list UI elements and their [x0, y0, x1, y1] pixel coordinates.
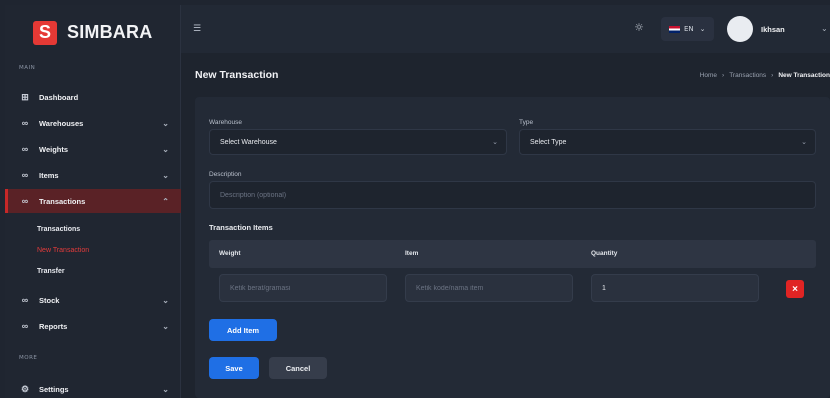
sidebar: S SIMBARA MAIN ⊞ Dashboard ∞ Warehouses …	[5, 5, 181, 398]
add-item-button[interactable]: Add Item	[209, 319, 277, 341]
chevron-right-icon: ›	[771, 72, 774, 79]
app-window: S SIMBARA MAIN ⊞ Dashboard ∞ Warehouses …	[5, 5, 830, 398]
link-icon: ∞	[21, 321, 29, 331]
item-input[interactable]	[405, 274, 573, 302]
chevron-down-icon: ⌄	[162, 295, 169, 305]
warehouse-select[interactable]: Select Warehouse ⌄	[209, 129, 507, 155]
description-label: Description	[209, 171, 242, 178]
cancel-button[interactable]: Cancel	[269, 357, 327, 379]
save-button[interactable]: Save	[209, 357, 259, 379]
username[interactable]: Ikhsan	[761, 25, 785, 34]
sidebar-item-dashboard[interactable]: ⊞ Dashboard	[5, 85, 181, 109]
sidebar-item-settings[interactable]: ⚙ Settings ⌄	[5, 377, 181, 398]
chevron-down-icon: ⌄	[162, 321, 169, 331]
sun-icon[interactable]: ☼	[631, 21, 647, 37]
brand[interactable]: S SIMBARA	[5, 5, 180, 60]
column-item: Item	[405, 250, 419, 257]
weight-input[interactable]	[219, 274, 387, 302]
type-select[interactable]: Select Type ⌄	[519, 129, 816, 155]
sidebar-subitem-transfer[interactable]: Transfer	[37, 268, 65, 275]
section-label-more: MORE	[19, 355, 38, 361]
chevron-down-icon: ⌄	[162, 144, 169, 154]
chevron-down-icon: ⌄	[801, 139, 807, 146]
topbar: ☰ ☼ EN ⌄ Ikhsan ⌄	[181, 5, 830, 53]
sidebar-item-warehouses[interactable]: ∞ Warehouses ⌄	[5, 111, 181, 135]
chevron-down-icon: ⌄	[162, 170, 169, 180]
chevron-down-icon: ⌄	[699, 25, 706, 33]
sidebar-item-label: Dashboard	[39, 92, 79, 102]
avatar[interactable]	[727, 16, 753, 42]
brand-name: SIMBARA	[67, 22, 153, 42]
breadcrumb-transactions[interactable]: Transactions	[729, 72, 766, 79]
flag-icon	[669, 25, 680, 33]
column-weight: Weight	[219, 250, 241, 257]
chevron-up-icon: ⌃	[162, 196, 169, 206]
delete-row-button[interactable]: ×	[786, 280, 804, 298]
language-selector[interactable]: EN ⌄	[661, 17, 714, 41]
sidebar-item-label: Settings	[39, 384, 69, 394]
sidebar-subitem-transactions[interactable]: Transactions	[37, 226, 80, 233]
type-select-value: Select Type	[530, 138, 567, 146]
sidebar-item-stock[interactable]: ∞ Stock ⌄	[5, 288, 181, 312]
warehouse-label: Warehouse	[209, 119, 242, 126]
breadcrumb-current: New Transaction	[778, 72, 830, 79]
breadcrumb: Home › Transactions › New Transaction	[700, 72, 830, 79]
chevron-down-icon: ⌄	[162, 118, 169, 128]
sidebar-item-transactions[interactable]: ∞ Transactions ⌃	[5, 189, 181, 213]
chevron-down-icon[interactable]: ⌄	[821, 24, 828, 33]
quantity-input[interactable]	[591, 274, 759, 302]
chevron-down-icon: ⌄	[162, 384, 169, 394]
link-icon: ∞	[21, 118, 29, 128]
sidebar-item-label: Transactions	[39, 196, 86, 206]
dashboard-icon: ⊞	[21, 91, 29, 102]
transaction-form-card: Warehouse Select Warehouse ⌄ Type Select…	[195, 97, 830, 398]
chevron-down-icon: ⌄	[492, 139, 498, 146]
breadcrumb-home[interactable]: Home	[700, 72, 717, 79]
link-icon: ∞	[21, 144, 29, 154]
items-table-header: Weight Item Quantity	[209, 240, 816, 268]
sidebar-item-label: Weights	[39, 144, 69, 154]
sidebar-item-weights[interactable]: ∞ Weights ⌄	[5, 137, 181, 161]
page-title: New Transaction	[195, 69, 279, 81]
menu-toggle-icon[interactable]: ☰	[193, 24, 201, 34]
description-input[interactable]	[209, 181, 816, 209]
sidebar-item-label: Items	[39, 170, 59, 180]
chevron-right-icon: ›	[722, 72, 725, 79]
sidebar-subitem-new-transaction[interactable]: New Transaction	[37, 247, 89, 254]
section-label-main: MAIN	[19, 65, 36, 71]
link-icon: ∞	[21, 196, 29, 206]
type-label: Type	[519, 119, 534, 126]
link-icon: ∞	[21, 295, 29, 305]
sidebar-item-items[interactable]: ∞ Items ⌄	[5, 163, 181, 187]
transaction-items-title: Transaction Items	[209, 223, 273, 232]
language-label: EN	[684, 25, 694, 33]
sidebar-item-label: Reports	[39, 321, 68, 331]
gear-icon: ⚙	[20, 383, 30, 394]
brand-logo: S	[33, 20, 57, 45]
warehouse-select-value: Select Warehouse	[220, 138, 277, 146]
link-icon: ∞	[21, 170, 29, 180]
sidebar-item-label: Warehouses	[39, 118, 84, 128]
sidebar-item-label: Stock	[39, 295, 60, 305]
sidebar-item-reports[interactable]: ∞ Reports ⌄	[5, 314, 181, 338]
column-quantity: Quantity	[591, 250, 618, 257]
